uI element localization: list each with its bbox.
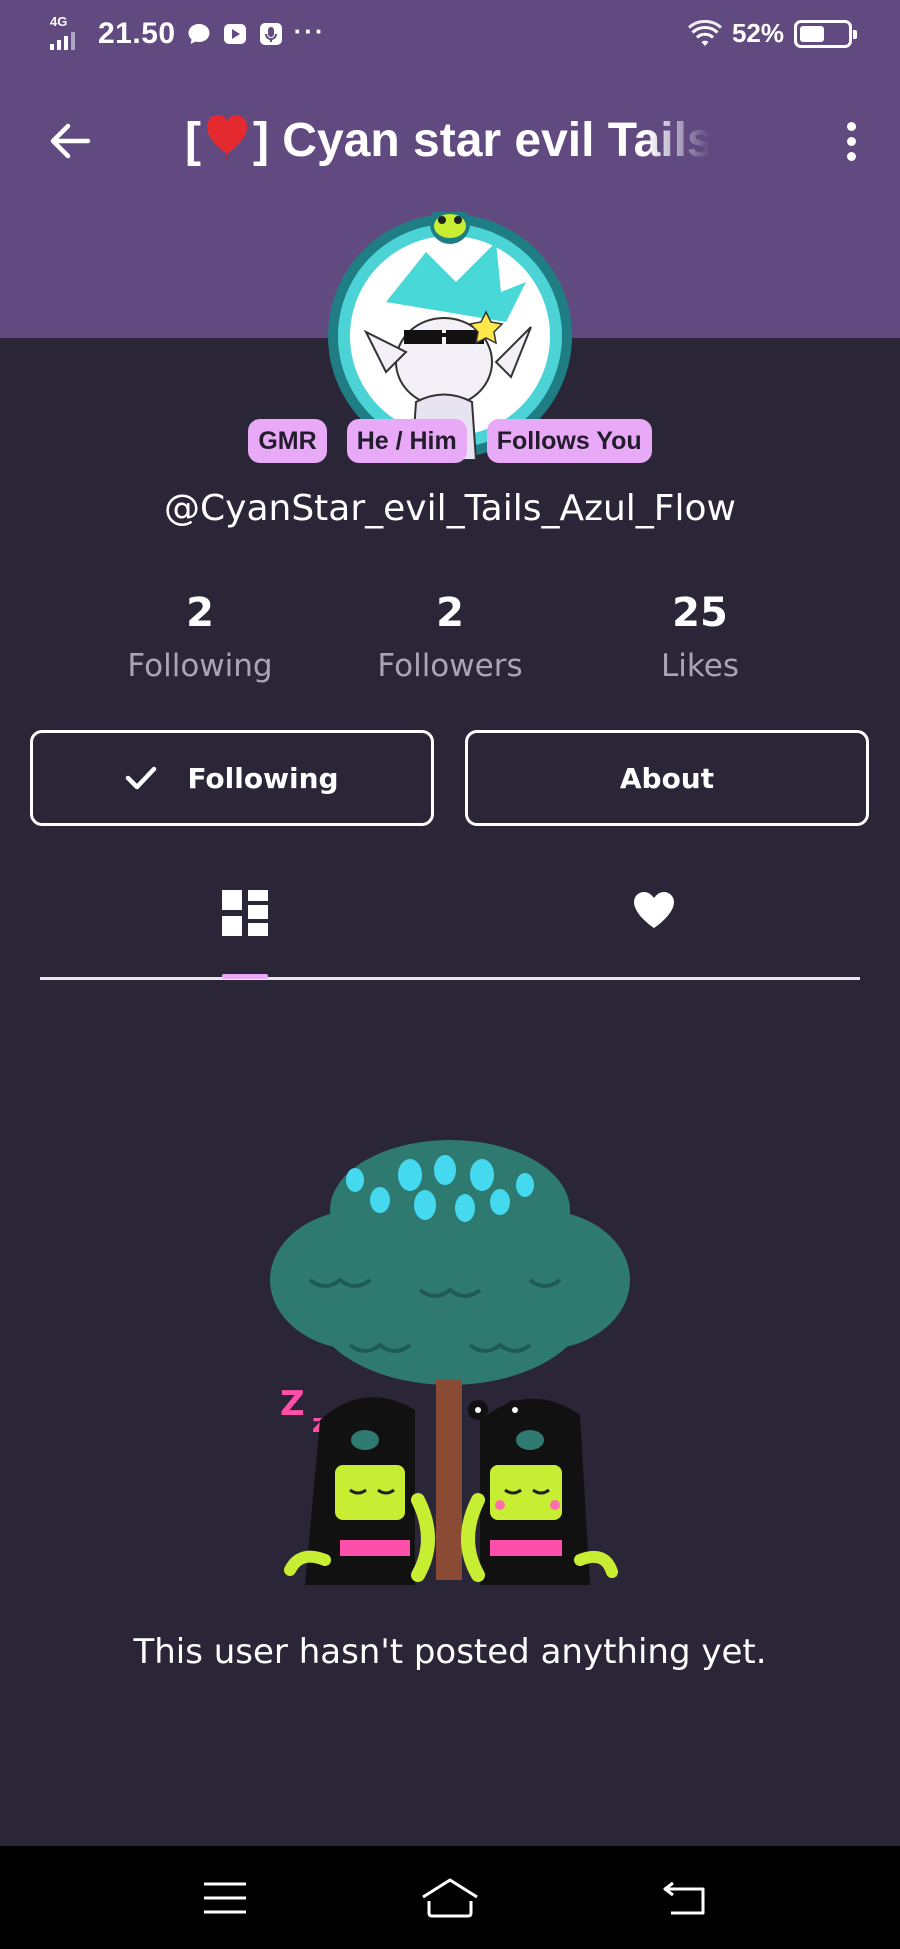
about-button-label: About xyxy=(619,761,715,795)
title-text: ] Cyan star evil Tails xyxy=(252,114,710,167)
stat-label: Followers xyxy=(377,648,523,684)
stat-label: Likes xyxy=(661,648,739,684)
app-bar: [ ] Cyan star evil Tails xyxy=(0,100,900,180)
home-icon xyxy=(422,1878,478,1918)
system-nav-bar xyxy=(0,1846,900,1949)
tab-posts[interactable] xyxy=(205,890,285,966)
stat-label: Following xyxy=(127,648,273,684)
empty-state-message: This user hasn't posted anything yet. xyxy=(133,1632,767,1672)
heart-icon xyxy=(634,892,674,928)
following-button-label: Following xyxy=(187,761,339,795)
battery-icon xyxy=(794,19,857,48)
following-button[interactable]: Following xyxy=(30,730,434,826)
tab-likes[interactable] xyxy=(614,890,694,966)
arrow-left-icon xyxy=(50,123,91,159)
back-button[interactable] xyxy=(40,116,100,166)
sleeping-creatures-illustration: Z z z xyxy=(250,1130,650,1605)
more-options-button[interactable] xyxy=(826,116,876,166)
badge-pronouns: He / Him xyxy=(346,419,467,463)
stat-value: 2 xyxy=(186,590,214,636)
about-button[interactable]: About xyxy=(465,730,869,826)
network-type: 4G xyxy=(50,14,68,29)
mic-notification-icon xyxy=(259,23,282,45)
battery-percent: 52% xyxy=(731,18,784,48)
more-notifications: ··· xyxy=(293,15,326,46)
clock: 21.50 xyxy=(98,17,176,50)
active-tab-indicator xyxy=(222,974,268,979)
badge-follows-you: Follows You xyxy=(486,419,652,463)
stat-likes[interactable]: 25 Likes xyxy=(580,590,820,684)
checkmark-icon xyxy=(126,766,157,790)
wifi-icon xyxy=(687,19,722,46)
grid-icon xyxy=(222,890,268,936)
profile-stats: 2 Following 2 Followers 25 Likes xyxy=(0,590,900,700)
more-vertical-icon xyxy=(846,121,856,131)
nav-menu-button[interactable] xyxy=(190,1870,260,1926)
nav-home-button[interactable] xyxy=(415,1870,485,1926)
nav-back-button[interactable] xyxy=(650,1870,720,1926)
status-bar: 4G 21.50 ··· 52% xyxy=(0,0,900,70)
profile-badges: GMR He / Him Follows You xyxy=(0,419,900,463)
stat-following[interactable]: 2 Following xyxy=(80,590,320,684)
stat-value: 25 xyxy=(672,590,728,636)
content-tabs xyxy=(40,870,860,980)
youtube-icon xyxy=(223,24,246,44)
back-icon xyxy=(663,1881,705,1915)
badge-gmr: GMR xyxy=(248,419,327,463)
signal-icon: 4G xyxy=(48,14,88,54)
svg-text:Z: Z xyxy=(280,1384,305,1424)
chat-bubble-icon xyxy=(188,24,210,44)
menu-icon xyxy=(204,1882,246,1914)
page-title: [ ] Cyan star evil Tails xyxy=(185,110,710,172)
title-bracket-open: [ xyxy=(185,114,201,167)
stat-followers[interactable]: 2 Followers xyxy=(330,590,570,684)
heart-emoji-icon xyxy=(206,115,247,161)
username: @CyanStar_evil_Tails_Azul_Flow xyxy=(164,488,736,529)
stat-value: 2 xyxy=(436,590,464,636)
